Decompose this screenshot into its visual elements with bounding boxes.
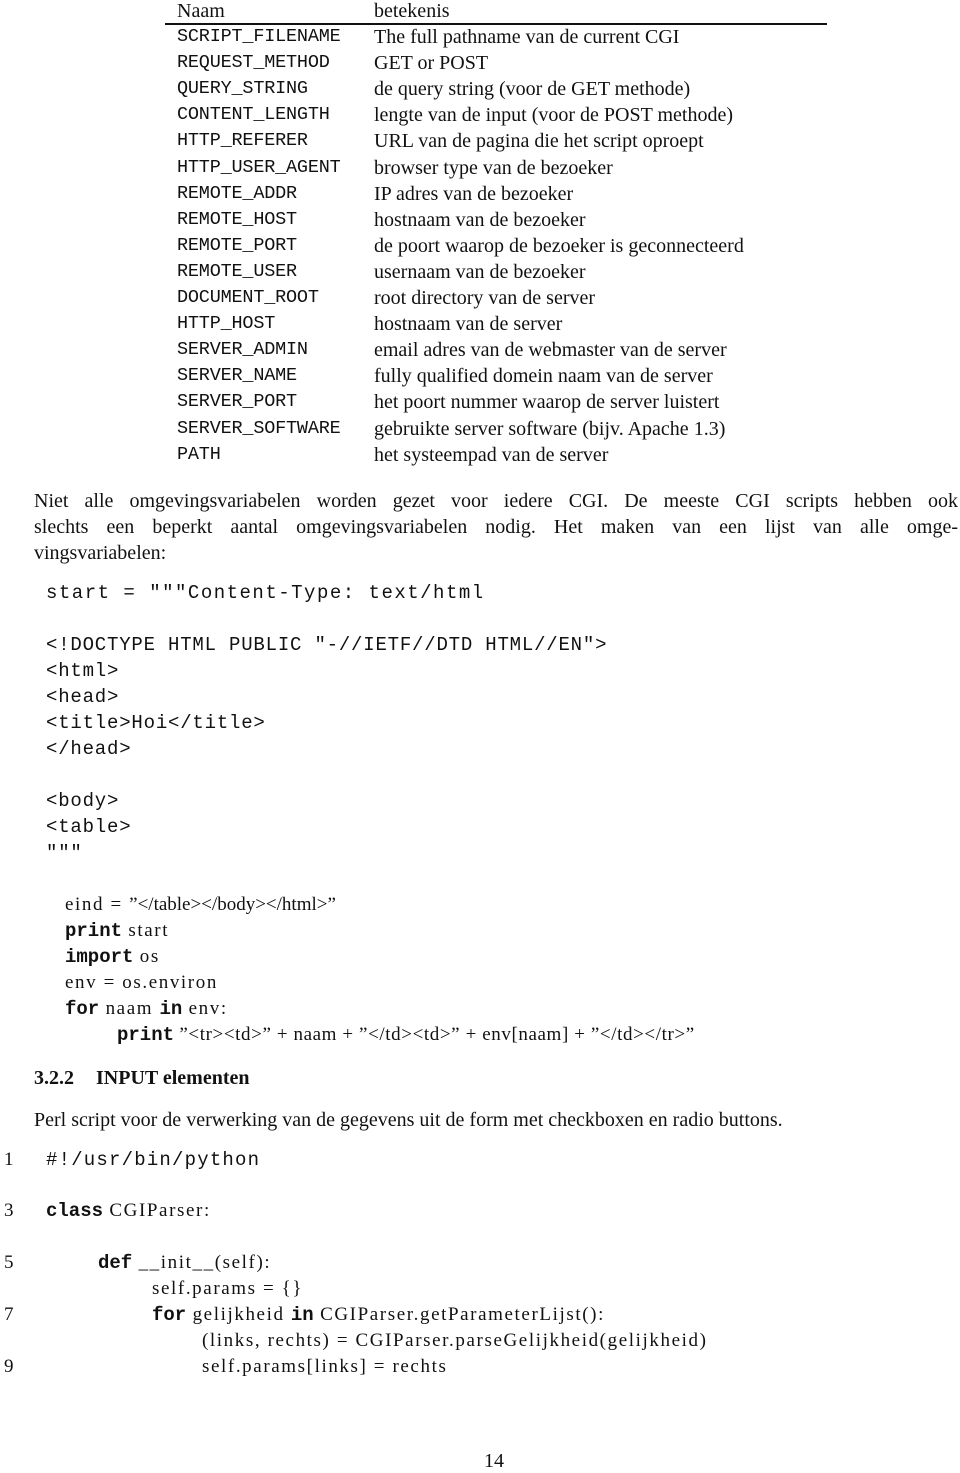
env-var-name: REMOTE_PORT: [177, 234, 297, 256]
code-token: self.params[links] = rechts: [202, 1356, 448, 1377]
table-header-meaning: betekenis: [374, 0, 450, 22]
env-var-name: DOCUMENT_ROOT: [177, 287, 319, 308]
env-var-meaning: hostnaam van de bezoeker: [374, 208, 586, 231]
line-number: 3: [4, 1200, 14, 1221]
code-keyword: print: [117, 1024, 175, 1046]
table-header-name: Naam: [177, 0, 225, 22]
code-token: ”<tr><td>” + naam + ”</td><td>” + env[na…: [174, 1024, 695, 1045]
code-token: CGIParser:: [103, 1200, 211, 1221]
section-heading: 3.2.2 INPUT elementen: [34, 1067, 250, 1090]
env-var-name: CONTENT_LENGTH: [177, 104, 330, 126]
code-token: #!/usr/bin/python: [46, 1149, 261, 1171]
line-number: 7: [4, 1304, 14, 1325]
code-line-start: start = """Content-Type: text/html: [46, 582, 485, 604]
code-line: for gelijkheid in CGIParser.getParameter…: [152, 1302, 605, 1328]
env-var-name: REMOTE_USER: [177, 260, 297, 282]
code-token: __init__(self):: [132, 1252, 272, 1273]
code-line: self.params[links] = rechts: [202, 1354, 447, 1380]
env-var-meaning: fully qualified domein naam van de serve…: [374, 365, 713, 388]
env-var-name: SERVER_PORT: [177, 391, 297, 413]
paragraph-line: Niet alle omgevingsvariabelen worden gez…: [34, 490, 958, 512]
code-line: def __init__(self):: [98, 1250, 271, 1276]
env-var-meaning: het systeempad van de server: [374, 443, 609, 466]
code-keyword: for: [65, 998, 100, 1020]
env-var-name: SCRIPT_FILENAME: [177, 26, 341, 47]
env-var-meaning: IP adres van de bezoeker: [374, 182, 574, 205]
code-line: self.params = {}: [152, 1276, 303, 1302]
env-var-meaning: usernaam van de bezoeker: [374, 260, 586, 283]
code-line: <head>: [46, 686, 120, 708]
code-keyword: class: [46, 1200, 104, 1222]
env-var-meaning: URL van de pagina die het script oproept: [374, 130, 704, 153]
env-var-name: SERVER_NAME: [177, 365, 297, 387]
paragraph-line: vingsvariabelen:: [34, 542, 167, 564]
env-var-name: SERVER_ADMIN: [177, 339, 308, 361]
env-var-name: REQUEST_METHOD: [177, 52, 330, 74]
code-line: <title>Hoi</title>: [46, 712, 266, 734]
code-token: CGIParser.getParameterLijst():: [313, 1304, 605, 1325]
section-title: INPUT elementen: [96, 1067, 250, 1089]
code-keyword: in: [290, 1304, 314, 1326]
env-var-name: HTTP_REFERER: [177, 130, 308, 152]
env-var-name: REMOTE_ADDR: [177, 182, 297, 204]
page-number: 14: [484, 1450, 504, 1472]
section-number: 3.2.2: [34, 1067, 74, 1089]
env-var-name: QUERY_STRING: [177, 78, 308, 100]
paragraph-line: slechts een beperkt aantal omgevingsvari…: [34, 516, 958, 538]
env-var-meaning: browser type van de bezoeker: [374, 156, 613, 179]
env-var-meaning: hostnaam van de server: [374, 313, 563, 336]
env-var-meaning: de poort waarop de bezoeker is geconnect…: [374, 234, 744, 257]
paragraph-env-vars: Niet alle omgevingsvariabelen worden gez…: [34, 488, 958, 566]
line-number: 5: [4, 1252, 14, 1273]
code-line: <table>: [46, 816, 132, 838]
code-line: <!DOCTYPE HTML PUBLIC "-//IETF//DTD HTML…: [46, 634, 608, 656]
code-keyword: def: [98, 1252, 133, 1274]
code-token: self.params = {}: [152, 1278, 304, 1299]
env-var-meaning: het poort nummer waarop de server luiste…: [374, 391, 720, 414]
code-line: #!/usr/bin/python: [46, 1147, 260, 1173]
env-var-name: PATH: [177, 443, 221, 465]
env-var-meaning: root directory van de server: [374, 287, 596, 309]
env-var-meaning: The full pathname van de current CGI: [374, 26, 680, 48]
code-line: class CGIParser:: [46, 1198, 211, 1224]
code-line: <body>: [46, 790, 120, 812]
code-line: </head>: [46, 738, 132, 760]
env-var-meaning: gebruikte server software (bijv. Apache …: [374, 417, 726, 440]
env-var-meaning: lengte van de input (voor de POST method…: [374, 104, 734, 127]
env-var-name: HTTP_HOST: [177, 313, 276, 335]
code-token: (links, rechts) = CGIParser.parseGelijkh…: [202, 1330, 708, 1351]
env-var-meaning: email adres van de webmaster van de serv…: [374, 339, 727, 362]
code-line-print-row: print ”<tr><td>” + naam + ”</td><td>” + …: [98, 996, 695, 1074]
code-keyword: for: [152, 1304, 187, 1326]
code-line: """: [46, 842, 83, 864]
paragraph-perl-script: Perl script voor de verwerking van de ge…: [34, 1109, 783, 1131]
env-var-name: SERVER_SOFTWARE: [177, 417, 341, 439]
code-token: gelijkheid: [186, 1304, 291, 1325]
line-number: 9: [4, 1356, 14, 1377]
code-line: (links, rechts) = CGIParser.parseGelijkh…: [202, 1328, 708, 1354]
env-var-meaning: GET or POST: [374, 52, 489, 75]
line-number: 1: [4, 1149, 14, 1170]
code-line: <html>: [46, 660, 120, 682]
env-var-meaning: de query string (voor de GET methode): [374, 78, 691, 101]
env-var-name: HTTP_USER_AGENT: [177, 156, 341, 178]
env-var-name: REMOTE_HOST: [177, 208, 297, 230]
